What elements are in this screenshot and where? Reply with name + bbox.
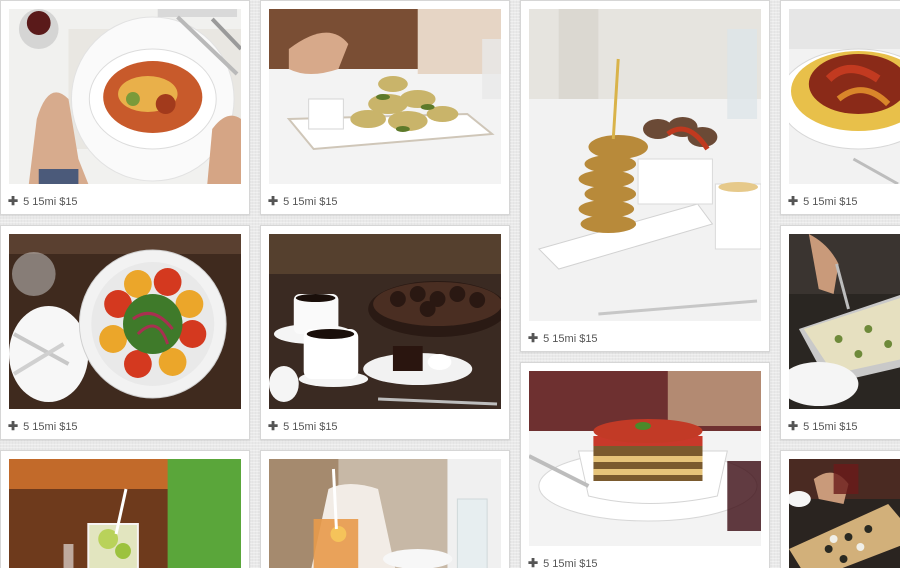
pin-photo-peach-tea[interactable] — [269, 459, 501, 568]
pin-meta: ✚ 5 15mi $15 — [788, 194, 858, 209]
pin-card-tomato-salad[interactable]: ✚ 5 15mi $15 — [0, 225, 250, 440]
plus-icon[interactable]: ✚ — [268, 419, 278, 433]
pin-meta-label: 5 15mi $15 — [803, 421, 858, 433]
pin-photo-coffee-dessert[interactable] — [269, 234, 501, 409]
pin-photo-pasta-tray[interactable] — [789, 234, 900, 409]
pin-card-coffee-dessert[interactable]: ✚ 5 15mi $15 — [260, 225, 510, 440]
plus-icon[interactable]: ✚ — [8, 194, 18, 208]
pin-card-lasagna[interactable]: ✚ 5 15mi $15 — [520, 362, 770, 568]
pin-meta-label: 5 15mi $15 — [803, 196, 858, 208]
plus-icon[interactable]: ✚ — [528, 331, 538, 345]
pin-meta-label: 5 15mi $15 — [543, 558, 598, 568]
pin-meta: ✚ 5 15mi $15 — [788, 419, 858, 434]
plus-icon[interactable]: ✚ — [528, 556, 538, 568]
pin-meta: ✚ 5 15mi $15 — [268, 419, 338, 434]
pin-meta-label: 5 15mi $15 — [23, 196, 78, 208]
pin-photo-baked-pasta[interactable] — [9, 9, 241, 184]
pin-meta: ✚ 5 15mi $15 — [8, 194, 78, 209]
pin-card-fried-zucchini[interactable]: ✚ 5 15mi $15 — [260, 0, 510, 215]
pin-meta: ✚ 5 15mi $15 — [268, 194, 338, 209]
pin-photo-tomato-salad[interactable] — [9, 234, 241, 409]
pin-photo-pasta-peppers[interactable] — [789, 9, 900, 184]
pin-photo-fried-zucchini[interactable] — [269, 9, 501, 184]
pin-photo-lime-cocktail[interactable] — [9, 459, 241, 568]
pin-meta-label: 5 15mi $15 — [283, 421, 338, 433]
pin-card-baked-pasta[interactable]: ✚ 5 15mi $15 — [0, 0, 250, 215]
plus-icon[interactable]: ✚ — [268, 194, 278, 208]
pin-board: ✚ 5 15mi $15 ✚ 5 15mi $15 ✚ 5 15mi $15 ✚… — [0, 0, 900, 568]
pin-card-flatbread[interactable] — [780, 450, 900, 568]
pin-meta: ✚ 5 15mi $15 — [528, 331, 598, 346]
pin-photo-flatbread[interactable] — [789, 459, 900, 568]
pin-photo-eggplant-stack[interactable] — [529, 9, 761, 321]
plus-icon[interactable]: ✚ — [788, 194, 798, 208]
pin-card-lime-cocktail[interactable] — [0, 450, 250, 568]
pin-meta: ✚ 5 15mi $15 — [8, 419, 78, 434]
pin-card-pasta-tray[interactable]: ✚ 5 15mi $15 — [780, 225, 900, 440]
pin-card-eggplant-stack[interactable]: ✚ 5 15mi $15 — [520, 0, 770, 352]
plus-icon[interactable]: ✚ — [788, 419, 798, 433]
pin-meta-label: 5 15mi $15 — [23, 421, 78, 433]
pin-meta: ✚ 5 15mi $15 — [528, 556, 598, 568]
pin-card-pasta-peppers[interactable]: ✚ 5 15mi $15 — [780, 0, 900, 215]
pin-card-peach-tea[interactable] — [260, 450, 510, 568]
pin-photo-lasagna[interactable] — [529, 371, 761, 546]
pin-meta-label: 5 15mi $15 — [283, 196, 338, 208]
pin-meta-label: 5 15mi $15 — [543, 333, 598, 345]
plus-icon[interactable]: ✚ — [8, 419, 18, 433]
